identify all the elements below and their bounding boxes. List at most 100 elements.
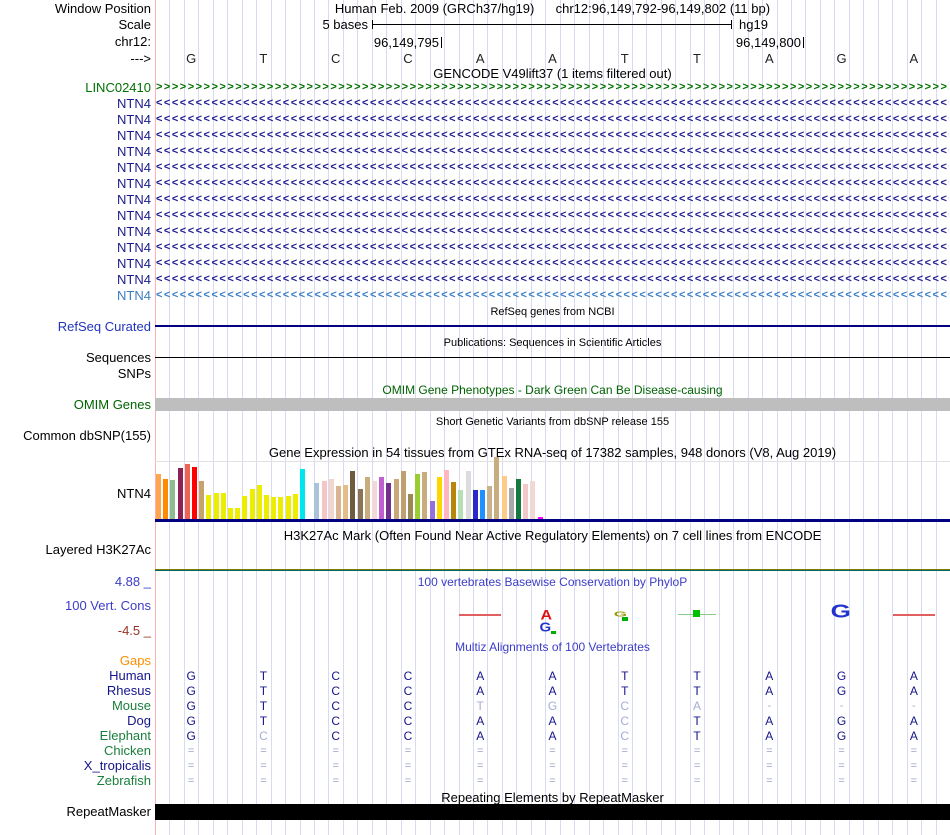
alignment-base[interactable]: = <box>300 774 372 788</box>
alignment-base[interactable]: G <box>517 699 589 713</box>
gtex-bar[interactable] <box>494 457 500 519</box>
gtex-bar[interactable] <box>256 485 262 519</box>
alignment-base[interactable]: A <box>733 729 805 743</box>
gtex-bar[interactable] <box>508 488 514 519</box>
gtex-bar[interactable] <box>408 494 413 519</box>
alignment-base[interactable]: G <box>806 714 878 728</box>
alignment-base[interactable]: T <box>661 684 733 698</box>
alignment-base[interactable]: G <box>155 669 227 683</box>
gtex-bar[interactable] <box>480 490 485 519</box>
alignment-base[interactable]: = <box>733 759 805 773</box>
gtex-bar[interactable] <box>156 474 161 519</box>
alignment-base[interactable]: T <box>227 699 299 713</box>
alignment-base[interactable]: = <box>372 744 444 758</box>
alignment-base[interactable]: = <box>372 774 444 788</box>
gene-model[interactable]: <<<<<<<<<<<<<<<<<<<<<<<<<<<<<<<<<<<<<<<<… <box>156 209 949 223</box>
alignment-base[interactable]: T <box>444 699 516 713</box>
alignment-base[interactable]: T <box>589 684 661 698</box>
alignment-base[interactable]: C <box>300 669 372 683</box>
gtex-bar[interactable] <box>379 477 385 519</box>
gene-model[interactable]: <<<<<<<<<<<<<<<<<<<<<<<<<<<<<<<<<<<<<<<<… <box>156 97 949 111</box>
alignment-base[interactable]: C <box>589 699 661 713</box>
h3k27ac-teal-line[interactable] <box>155 570 950 571</box>
logo-dot[interactable] <box>621 617 628 621</box>
alignment-base[interactable]: A <box>733 669 805 683</box>
alignment-base[interactable]: A <box>733 684 805 698</box>
gtex-bar[interactable] <box>487 486 493 519</box>
logo-dot[interactable] <box>550 631 556 634</box>
alignment-base[interactable]: = <box>517 744 589 758</box>
gtex-bar[interactable] <box>386 483 392 519</box>
gtex-bar[interactable] <box>163 479 169 519</box>
alignment-base[interactable]: G <box>806 729 878 743</box>
gtex-bar[interactable] <box>393 479 399 519</box>
gtex-bar[interactable] <box>516 479 521 519</box>
publications-line[interactable] <box>155 357 950 358</box>
alignment-base[interactable]: T <box>227 714 299 728</box>
gtex-bar[interactable] <box>451 482 457 519</box>
alignment-base[interactable]: T <box>589 669 661 683</box>
alignment-base[interactable]: A <box>733 714 805 728</box>
gene-model[interactable]: <<<<<<<<<<<<<<<<<<<<<<<<<<<<<<<<<<<<<<<<… <box>156 129 949 143</box>
omim-gene-bar[interactable] <box>155 398 950 411</box>
alignment-base[interactable]: C <box>589 714 661 728</box>
gene-model[interactable]: <<<<<<<<<<<<<<<<<<<<<<<<<<<<<<<<<<<<<<<<… <box>156 225 949 239</box>
alignment-base[interactable]: = <box>589 774 661 788</box>
alignment-base[interactable]: G <box>155 684 227 698</box>
alignment-base[interactable]: G <box>155 699 227 713</box>
phylop-dash[interactable] <box>892 614 935 616</box>
alignment-base[interactable]: = <box>155 759 227 773</box>
gtex-bar[interactable] <box>199 481 205 519</box>
gtex-bar[interactable] <box>192 467 197 519</box>
alignment-base[interactable]: = <box>589 744 661 758</box>
alignment-base[interactable]: = <box>444 744 516 758</box>
alignment-base[interactable]: G <box>806 669 878 683</box>
alignment-base[interactable]: T <box>227 669 299 683</box>
alignment-base[interactable]: = <box>733 744 805 758</box>
alignment-base[interactable]: A <box>444 714 516 728</box>
gtex-bar[interactable] <box>177 468 183 519</box>
alignment-base[interactable]: = <box>300 759 372 773</box>
gtex-bar[interactable] <box>465 471 471 519</box>
gene-model[interactable]: <<<<<<<<<<<<<<<<<<<<<<<<<<<<<<<<<<<<<<<<… <box>156 161 949 175</box>
alignment-base[interactable]: = <box>300 744 372 758</box>
alignment-base[interactable]: A <box>444 684 516 698</box>
alignment-base[interactable]: T <box>661 729 733 743</box>
alignment-base[interactable]: = <box>589 759 661 773</box>
alignment-base[interactable]: = <box>733 774 805 788</box>
gtex-bar[interactable] <box>213 493 219 519</box>
gene-model[interactable]: <<<<<<<<<<<<<<<<<<<<<<<<<<<<<<<<<<<<<<<<… <box>156 289 949 303</box>
alignment-base[interactable]: C <box>300 684 372 698</box>
alignment-base[interactable]: = <box>227 759 299 773</box>
gtex-bar[interactable] <box>184 464 190 519</box>
alignment-base[interactable]: C <box>372 699 444 713</box>
phylop-dash[interactable] <box>459 614 502 616</box>
gene-model[interactable]: <<<<<<<<<<<<<<<<<<<<<<<<<<<<<<<<<<<<<<<<… <box>156 177 949 191</box>
gene-model[interactable]: <<<<<<<<<<<<<<<<<<<<<<<<<<<<<<<<<<<<<<<<… <box>156 145 949 159</box>
gene-model[interactable]: <<<<<<<<<<<<<<<<<<<<<<<<<<<<<<<<<<<<<<<<… <box>156 113 949 127</box>
gtex-bar[interactable] <box>458 490 464 519</box>
alignment-base[interactable]: C <box>300 714 372 728</box>
gene-model[interactable]: >>>>>>>>>>>>>>>>>>>>>>>>>>>>>>>>>>>>>>>>… <box>156 81 949 95</box>
gtex-bar[interactable] <box>400 471 406 519</box>
gtex-bar[interactable] <box>292 494 298 519</box>
gene-model[interactable]: <<<<<<<<<<<<<<<<<<<<<<<<<<<<<<<<<<<<<<<<… <box>156 257 949 271</box>
alignment-base[interactable]: = <box>517 774 589 788</box>
gtex-bar[interactable] <box>328 479 334 519</box>
gtex-bar[interactable] <box>220 493 226 519</box>
gtex-bar[interactable] <box>170 480 176 519</box>
gtex-bar[interactable] <box>372 481 377 519</box>
alignment-base[interactable]: C <box>372 729 444 743</box>
gtex-bar[interactable] <box>242 496 248 519</box>
alignment-base[interactable]: = <box>517 759 589 773</box>
gtex-bar[interactable] <box>343 485 349 519</box>
alignment-base[interactable]: A <box>517 714 589 728</box>
gene-model[interactable]: <<<<<<<<<<<<<<<<<<<<<<<<<<<<<<<<<<<<<<<<… <box>156 273 949 287</box>
alignment-base[interactable]: = <box>661 774 733 788</box>
alignment-base[interactable]: = <box>444 759 516 773</box>
repeatmasker-bar[interactable] <box>155 804 950 820</box>
gtex-bar[interactable] <box>271 497 277 519</box>
gtex-bar[interactable] <box>314 483 320 519</box>
alignment-base[interactable]: C <box>227 729 299 743</box>
alignment-base[interactable]: A <box>444 729 516 743</box>
